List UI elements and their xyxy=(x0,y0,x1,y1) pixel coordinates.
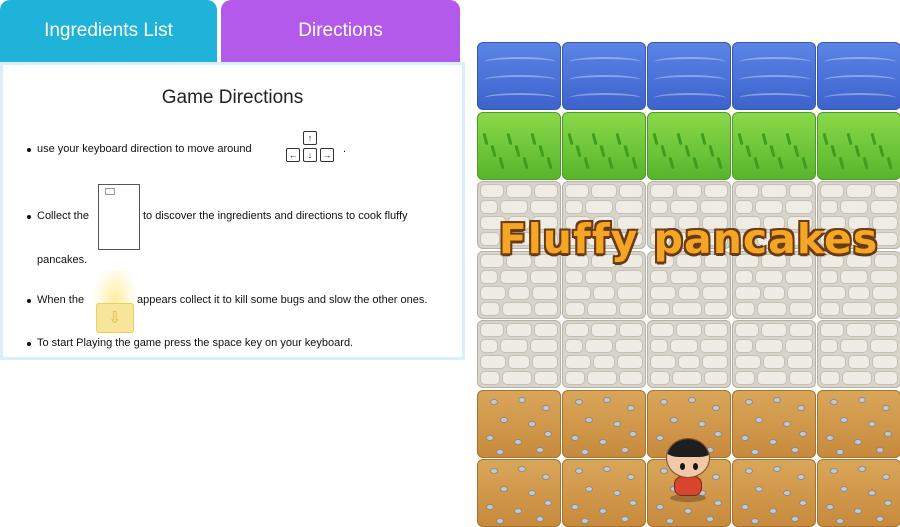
direction-collect-end: pancakes. xyxy=(37,254,88,266)
down-key-icon: ↓ xyxy=(303,148,317,162)
stone-tile xyxy=(562,320,646,388)
tab-directions-label: Directions xyxy=(298,20,383,41)
left-key-icon: ← xyxy=(286,148,300,162)
tab-ingredients-list[interactable]: Ingredients List xyxy=(0,0,217,62)
stone-tile xyxy=(477,320,561,388)
dirt-tile xyxy=(562,459,646,527)
bullet xyxy=(27,342,31,346)
direction-start: To start Playing the game press the spac… xyxy=(37,337,354,349)
game-board[interactable]: Fluffy pancakes xyxy=(477,42,900,527)
bullet xyxy=(27,215,31,219)
dirt-tile xyxy=(732,459,816,527)
bullet xyxy=(27,148,31,152)
bullet xyxy=(27,299,31,303)
stone-tile xyxy=(732,320,816,388)
stone-tile xyxy=(647,320,731,388)
water-tile xyxy=(732,42,816,110)
up-key-icon: ↑ xyxy=(303,131,317,145)
grass-tile xyxy=(732,112,816,180)
dirt-tile xyxy=(477,459,561,527)
tab-ingredients-label: Ingredients List xyxy=(44,20,173,41)
right-key-icon: → xyxy=(320,148,334,162)
grass-tile xyxy=(817,112,900,180)
water-tile xyxy=(647,42,731,110)
directions-panel: Game Directions use your keyboard direct… xyxy=(0,62,465,360)
direction-collect: Collect the xyxy=(37,210,89,222)
direction-collect-rest: to discover the ingredients and directio… xyxy=(143,210,408,222)
tab-directions[interactable]: Directions xyxy=(221,0,460,62)
grass-tile xyxy=(562,112,646,180)
water-tile xyxy=(817,42,900,110)
panel-title: Game Directions xyxy=(161,87,304,108)
dirt-tile xyxy=(817,390,900,458)
dirt-tile xyxy=(477,390,561,458)
grass-tile xyxy=(477,112,561,180)
glowing-powerup-icon: ⇩ xyxy=(93,270,137,338)
direction-powerup: When the xyxy=(37,294,85,306)
player-character xyxy=(658,438,716,502)
grass-tile xyxy=(647,112,731,180)
direction-move: use your keyboard direction to move arou… xyxy=(37,143,252,155)
dirt-tile xyxy=(732,390,816,458)
dirt-tile xyxy=(817,459,900,527)
dirt-tile xyxy=(562,390,646,458)
direction-powerup-rest: appears collect it to kill some bugs and… xyxy=(137,294,428,306)
trailing-dot: . xyxy=(343,143,347,155)
water-tile xyxy=(477,42,561,110)
recipe-card-icon xyxy=(98,184,140,250)
arrow-keys-icon: ↑ ← ↓ → xyxy=(284,131,336,165)
game-title: Fluffy pancakes xyxy=(498,215,879,263)
water-tile xyxy=(562,42,646,110)
stone-tile xyxy=(817,320,900,388)
